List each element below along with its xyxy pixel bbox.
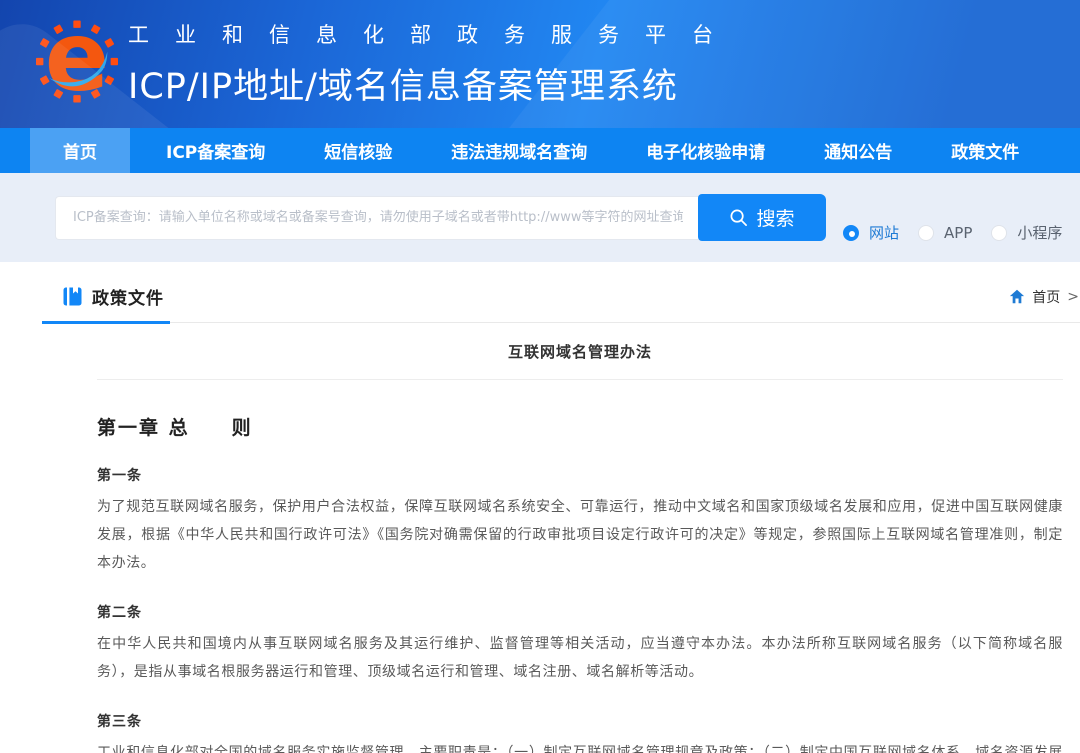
article-body: 为了规范互联网域名服务，保护用户合法权益，保障互联网域名系统安全、可靠运行，推动… [97,493,1063,577]
article-heading: 第二条 [97,602,1063,622]
section-header: 政策文件 首页 > 政策文件 [42,262,1080,323]
radio-website[interactable]: 网站 [843,222,899,243]
home-icon [1009,289,1025,304]
miit-icp-logo-icon: e [36,9,118,119]
article-heading: 第一条 [97,465,1063,485]
site-header: e 工业和信息化部政务服务平台 ICP/IP地址/域名信息备案管理系统 [0,0,1080,128]
search-type-options: 网站 APP 小程序 快应用 [843,222,1080,243]
radio-mini-program-circle[interactable] [991,225,1007,241]
document-title: 互联网域名管理办法 [97,323,1063,380]
radio-website-circle[interactable] [843,225,859,241]
icp-search-input[interactable] [55,196,700,240]
book-icon [62,286,83,307]
search-section: 搜索 网站 APP 小程序 快应用 [0,173,1080,262]
article-heading: 第三条 [97,711,1063,731]
search-button[interactable]: 搜索 [698,194,826,241]
content-area: 政策文件 首页 > 政策文件 互联网域名管理办法 第一章 总 则 第一条 为了规… [0,262,1080,753]
main-nav: 首页 ICP备案查询 短信核验 违法违规域名查询 电子化核验申请 通知公告 政策… [0,128,1080,173]
nav-item-illegal-domain-lookup[interactable]: 违法违规域名查询 [428,128,610,173]
article-body: 在中华人民共和国境内从事互联网域名服务及其运行维护、监督管理等相关活动，应当遵守… [97,630,1063,686]
nav-item-policy-files[interactable]: 政策文件 [928,128,1042,173]
search-button-label: 搜索 [756,204,794,231]
radio-app[interactable]: APP [918,224,972,242]
breadcrumb-separator: > [1067,289,1079,305]
nav-item-home[interactable]: 首页 [30,128,130,173]
chapter-heading: 第一章 总 则 [97,413,1063,440]
nav-item-icp-lookup[interactable]: ICP备案查询 [143,128,288,173]
radio-app-circle[interactable] [918,225,934,241]
article-1: 第一条 为了规范互联网域名服务，保护用户合法权益，保障互联网域名系统安全、可靠运… [97,465,1063,577]
svg-text:e: e [45,9,110,112]
breadcrumb-home-link[interactable]: 首页 [1032,287,1060,307]
nav-item-sms-verify[interactable]: 短信核验 [301,128,415,173]
radio-mini-program[interactable]: 小程序 [991,222,1062,243]
nav-item-notices[interactable]: 通知公告 [801,128,915,173]
search-icon [729,208,748,227]
policy-document: 互联网域名管理办法 第一章 总 则 第一条 为了规范互联网域名服务，保护用户合法… [97,323,1063,753]
platform-title: 工业和信息化部政务服务平台 [128,19,739,49]
article-2: 第二条 在中华人民共和国境内从事互联网域名服务及其运行维护、监督管理等相关活动，… [97,602,1063,686]
article-body: 工业和信息化部对全国的域名服务实施监督管理，主要职责是：（一）制定互联网域名管理… [97,739,1063,753]
nav-item-e-verify-apply[interactable]: 电子化核验申请 [623,128,788,173]
article-3: 第三条 工业和信息化部对全国的域名服务实施监督管理，主要职责是：（一）制定互联网… [97,711,1063,753]
breadcrumb: 首页 > 政策文件 [1009,287,1080,307]
system-title: ICP/IP地址/域名信息备案管理系统 [128,58,739,109]
section-title: 政策文件 [92,284,164,309]
